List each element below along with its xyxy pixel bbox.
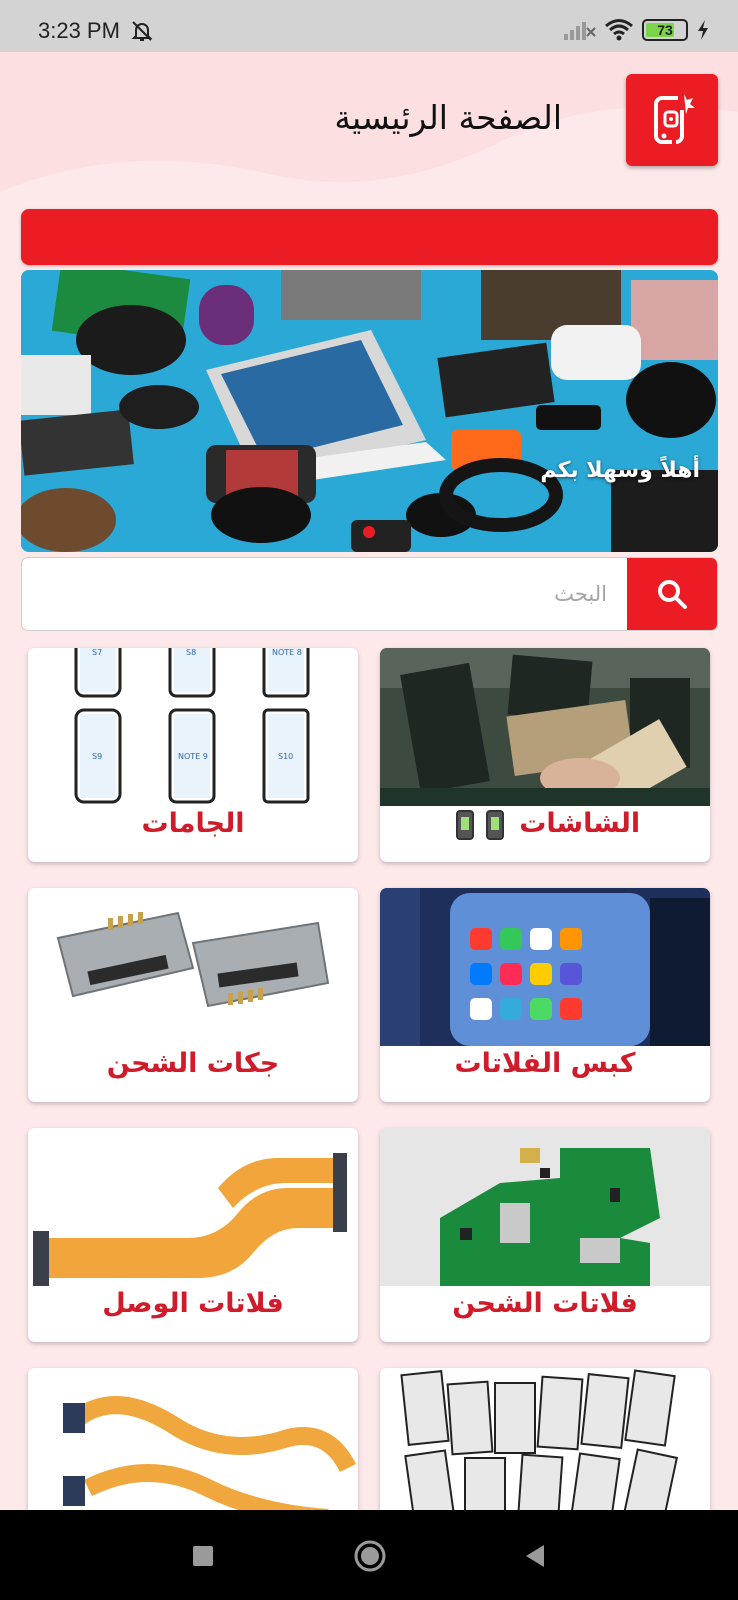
recents-icon[interactable] <box>192 1545 214 1567</box>
category-label: كبس الفلاتات <box>454 1048 636 1079</box>
category-image-charging-flex <box>380 1128 710 1286</box>
category-image-flex-cables <box>28 1368 358 1526</box>
glass-model-label: S10 <box>278 752 294 761</box>
promo-banner[interactable]: أهلاً وسهلا بكم <box>21 270 718 552</box>
search-input[interactable] <box>47 558 607 630</box>
banner-page-indicator[interactable] <box>363 526 375 538</box>
wifi-icon <box>605 19 633 41</box>
search-button[interactable] <box>627 558 717 630</box>
phone-repair-logo-icon <box>654 94 695 144</box>
category-label: فلاتات الوصل <box>102 1288 284 1319</box>
glass-model-label: NOTE 8 <box>272 648 302 657</box>
category-card-charging-jacks[interactable]: جكات الشحن <box>28 888 358 1102</box>
back-icon[interactable] <box>524 1544 546 1568</box>
category-image-glass: S7 S8 NOTE 8 S9 NOTE 9 S10 <box>28 648 358 806</box>
category-label: الجامات <box>141 808 245 839</box>
phone-emoji-icon <box>485 809 504 840</box>
system-navigation-bar <box>0 1510 738 1600</box>
battery-icon: 73 <box>642 19 688 41</box>
glass-model-label: NOTE 9 <box>178 752 208 761</box>
category-card-glass[interactable]: S7 S8 NOTE 8 S9 NOTE 9 S10 الجامات <box>28 648 358 862</box>
category-image-screens <box>380 648 710 806</box>
category-card-flex-pressing[interactable]: كبس الفلاتات <box>380 888 710 1102</box>
category-card-connection-flex[interactable]: فلاتات الوصل <box>28 1128 358 1342</box>
glass-model-label: S9 <box>92 752 103 761</box>
category-label: الشاشات <box>380 808 710 840</box>
status-bar: 3:23 PM 73 <box>0 0 738 52</box>
home-icon[interactable] <box>353 1539 387 1573</box>
category-image-charging-jacks <box>28 888 358 1046</box>
glass-model-label: S7 <box>92 648 103 657</box>
category-card-charging-flex[interactable]: فلاتات الشحن <box>380 1128 710 1342</box>
search-bar <box>21 557 718 631</box>
banner-image <box>21 270 718 552</box>
search-icon <box>658 580 687 609</box>
category-image-batteries <box>380 1368 710 1526</box>
category-image-flex-pressing <box>380 888 710 1046</box>
banner-caption: أهلاً وسهلا بكم <box>540 458 700 483</box>
status-time: 3:23 PM <box>38 18 120 43</box>
bell-muted-icon <box>131 21 153 41</box>
app-logo-button[interactable] <box>626 74 718 166</box>
phone-emoji-icon <box>455 809 474 840</box>
category-label-text: الشاشات <box>519 808 641 839</box>
status-icons: 73 <box>562 16 710 44</box>
charging-bolt-icon <box>698 20 708 40</box>
category-image-connection-flex <box>28 1128 358 1286</box>
announcement-bar <box>21 209 718 265</box>
category-card-screens[interactable]: الشاشات <box>380 648 710 862</box>
glass-models-illustration <box>74 648 310 804</box>
page-title: الصفحة الرئيسية <box>334 98 562 137</box>
category-label: جكات الشحن <box>106 1048 280 1079</box>
glass-model-label: S8 <box>186 648 197 657</box>
battery-level: 73 <box>657 22 673 38</box>
signal-icon <box>564 22 596 40</box>
category-label: فلاتات الشحن <box>452 1288 638 1319</box>
